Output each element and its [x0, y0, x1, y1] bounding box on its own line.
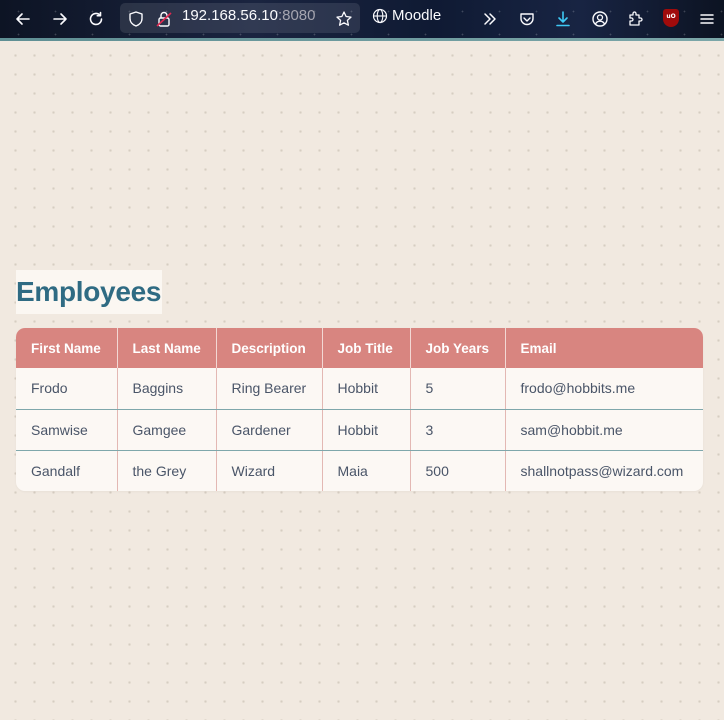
- cell-first-name: Gandalf: [16, 450, 118, 491]
- url-host: 192.168.56.10: [182, 7, 278, 24]
- cell-job-years: 500: [410, 450, 506, 491]
- column-header-description: Description: [216, 328, 323, 368]
- table-row: Gandalf the Grey Wizard Maia 500 shallno…: [16, 450, 703, 491]
- employees-table: First Name Last Name Description Job Tit…: [16, 328, 703, 491]
- cell-job-title: Hobbit: [322, 368, 411, 410]
- cell-email: frodo@hobbits.me: [505, 368, 703, 410]
- cell-job-years: 3: [410, 409, 506, 451]
- column-header-job-title: Job Title: [322, 328, 411, 368]
- menu-icon[interactable]: [693, 5, 721, 33]
- shield-icon[interactable]: [122, 5, 150, 33]
- page-title: Employees: [16, 270, 163, 314]
- cell-last-name: Baggins: [117, 368, 217, 410]
- table-row: Frodo Baggins Ring Bearer Hobbit 5 frodo…: [16, 368, 703, 410]
- cell-description: Wizard: [216, 450, 323, 491]
- toolbar-divider: [0, 38, 724, 41]
- reload-icon[interactable]: [82, 5, 110, 33]
- column-header-job-years: Job Years: [410, 328, 506, 368]
- pocket-icon[interactable]: [513, 5, 541, 33]
- ublock-icon[interactable]: uO: [663, 9, 679, 27]
- overflow-chevrons-icon[interactable]: [476, 5, 504, 33]
- cell-first-name: Frodo: [16, 368, 118, 410]
- account-icon[interactable]: [586, 5, 614, 33]
- cell-job-years: 5: [410, 368, 506, 410]
- table-row: Samwise Gamgee Gardener Hobbit 3 sam@hob…: [16, 409, 703, 451]
- column-header-first-name: First Name: [16, 328, 118, 368]
- cell-description: Gardener: [216, 409, 323, 451]
- cell-email: shallnotpass@wizard.com: [520, 462, 684, 479]
- cell-email: sam@hobbit.me: [505, 409, 703, 451]
- table-header-row: First Name Last Name Description Job Tit…: [16, 328, 703, 368]
- cell-last-name: Gamgee: [117, 409, 217, 451]
- cell-job-title: Maia: [322, 450, 411, 491]
- browser-toolbar: 192.168.56.10:8080 Moodle uO: [0, 0, 724, 38]
- cell-job-title: Hobbit: [322, 409, 411, 451]
- url-text[interactable]: 192.168.56.10:8080: [182, 7, 315, 24]
- forward-icon[interactable]: [46, 5, 74, 33]
- url-port: :8080: [277, 7, 316, 24]
- cell-last-name: the Grey: [117, 450, 217, 491]
- cell-first-name: Samwise: [16, 409, 118, 451]
- bookmark-moodle[interactable]: Moodle: [372, 7, 441, 24]
- column-header-last-name: Last Name: [117, 328, 217, 368]
- star-icon[interactable]: [330, 5, 358, 33]
- globe-icon: [372, 8, 388, 23]
- bookmark-label: Moodle: [392, 7, 442, 24]
- column-header-email: Email: [505, 328, 703, 368]
- download-icon[interactable]: [549, 5, 577, 33]
- lock-icon[interactable]: [150, 5, 178, 33]
- back-icon[interactable]: [9, 5, 37, 33]
- extensions-icon[interactable]: [621, 5, 649, 33]
- cell-description: Ring Bearer: [216, 368, 323, 410]
